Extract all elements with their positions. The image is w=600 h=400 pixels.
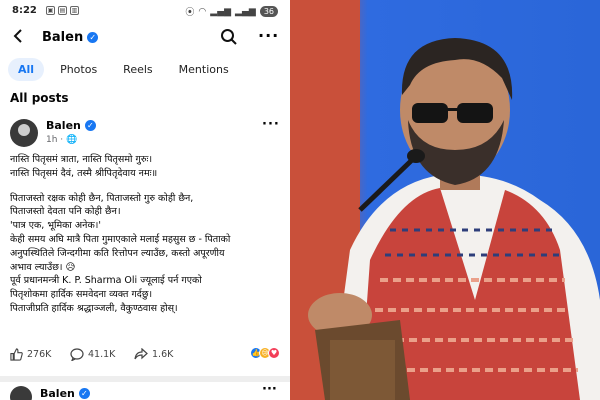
- next-post-header: Balen ✓ ···: [0, 376, 290, 400]
- post-line: नास्ति पितृसमं त्राता, नास्ति पितृसमो गु…: [10, 154, 153, 165]
- profile-title: Balen ✓: [42, 30, 99, 45]
- post-line: पूर्व प्रधानमन्त्री K. P. Sharma Oli ज्य…: [10, 275, 202, 287]
- next-post-author-name[interactable]: Balen: [40, 387, 75, 400]
- sunglasses-bridge: [446, 108, 460, 111]
- signal-icon-2: ▂▄▆: [235, 6, 256, 17]
- globe-icon: 🌐: [66, 135, 78, 145]
- section-title: All posts: [10, 91, 69, 105]
- comment-count: 41.1K: [88, 349, 116, 360]
- love-reaction-icon: ♥: [268, 347, 280, 359]
- post-more-icon[interactable]: ···: [262, 382, 277, 397]
- post-text: नास्ति पितृसमं त्राता, नास्ति पितृसमो गु…: [10, 153, 285, 316]
- location-icon: ⦿: [185, 8, 195, 18]
- reaction-bar: 276K 41.1K 1.6K 👍 😢 ♥: [0, 345, 290, 365]
- back-arrow-icon[interactable]: [10, 28, 26, 49]
- post-line-spacer: [10, 181, 285, 192]
- wifi-icon: ◠: [198, 6, 207, 17]
- post-more-icon[interactable]: ···: [262, 117, 280, 132]
- post-line: नास्ति पितृसमं दैवं, तस्मै श्रीपितृदेवाय…: [10, 167, 158, 179]
- post-line: पिताजीप्रति हार्दिक श्रद्धाञ्जली, वैकुण्…: [10, 302, 178, 314]
- next-post-author[interactable]: Balen ✓: [40, 387, 90, 400]
- tab-all[interactable]: All: [8, 58, 45, 81]
- post-line: पिताजस्तो रक्षक कोही छैन, पिताजस्तो गुरु…: [10, 192, 194, 204]
- post-author-name[interactable]: Balen: [46, 119, 81, 132]
- more-options-icon[interactable]: ···: [258, 26, 279, 45]
- thumbs-up-icon: [10, 348, 23, 361]
- filter-tabs: All Photos Reels Mentions: [8, 58, 239, 81]
- comment-button[interactable]: 41.1K: [70, 348, 115, 361]
- speaker-photo: [290, 0, 600, 400]
- post-line: 'पात्र एक, भूमिका अनेक।': [10, 220, 101, 232]
- tab-mentions[interactable]: Mentions: [169, 58, 239, 81]
- post-line: अभाव ल्याउँछ। 😥: [10, 261, 76, 273]
- speaker-illustration: [290, 0, 600, 400]
- share-count: 1.6K: [152, 348, 174, 360]
- avatar[interactable]: [10, 386, 32, 400]
- avatar[interactable]: [10, 119, 38, 147]
- status-bar: 8:22 ▣ ▤ ▥ ⦿ ◠ ▂▄▆ ▂▄▆ 36: [0, 0, 290, 22]
- like-count: 276K: [27, 349, 52, 360]
- facebook-profile-panel: 8:22 ▣ ▤ ▥ ⦿ ◠ ▂▄▆ ▂▄▆ 36 Balen ✓ ··· All…: [0, 0, 290, 400]
- gallery-icon: ▤: [58, 6, 67, 15]
- verified-badge-icon: ✓: [87, 32, 99, 43]
- status-time: 8:22: [12, 5, 37, 16]
- share-icon: [134, 348, 148, 360]
- battery-indicator: 36: [259, 6, 278, 17]
- post-time: 1h · 🌐: [46, 135, 77, 145]
- top-nav-bar: Balen ✓ ···: [0, 24, 290, 52]
- post-time-text: 1h ·: [46, 135, 67, 145]
- podium-front: [330, 340, 395, 400]
- search-icon[interactable]: [220, 28, 238, 50]
- sunglasses-right-lens: [457, 103, 493, 123]
- status-right-icons: ⦿ ◠ ▂▄▆ ▂▄▆ 36: [185, 5, 278, 18]
- notification-icon: ▣: [46, 6, 55, 15]
- verified-badge-icon: ✓: [84, 120, 96, 131]
- tab-photos[interactable]: Photos: [50, 58, 107, 81]
- reaction-summary[interactable]: 👍 😢 ♥: [250, 347, 280, 359]
- status-left-icons: ▣ ▤ ▥: [46, 6, 79, 15]
- tab-reels[interactable]: Reels: [113, 58, 162, 81]
- verified-badge-icon: ✓: [78, 388, 90, 399]
- sunglasses-left-lens: [412, 103, 448, 123]
- post-line: अनुपस्थितिले जिन्दगीमा कति रित्तोपन ल्या…: [10, 247, 225, 259]
- signal-icon: ▂▄▆: [210, 6, 232, 17]
- post-line: पिताजस्तो देवता पनि कोही छैन।: [10, 206, 121, 218]
- post-line: केही समय अघि मात्रै पिता गुमाएकाले मलाई …: [10, 233, 231, 245]
- post-line: पितृशोकमा हार्दिक समवेदना व्यक्त गर्दछु।: [10, 289, 153, 301]
- sim-icon: ▥: [70, 6, 79, 15]
- comment-icon: [70, 348, 84, 361]
- share-button[interactable]: 1.6K: [134, 348, 173, 360]
- microphone-head: [407, 149, 425, 163]
- profile-name: Balen: [42, 30, 84, 45]
- like-button[interactable]: 276K: [10, 348, 51, 361]
- post-author[interactable]: Balen ✓: [46, 119, 96, 132]
